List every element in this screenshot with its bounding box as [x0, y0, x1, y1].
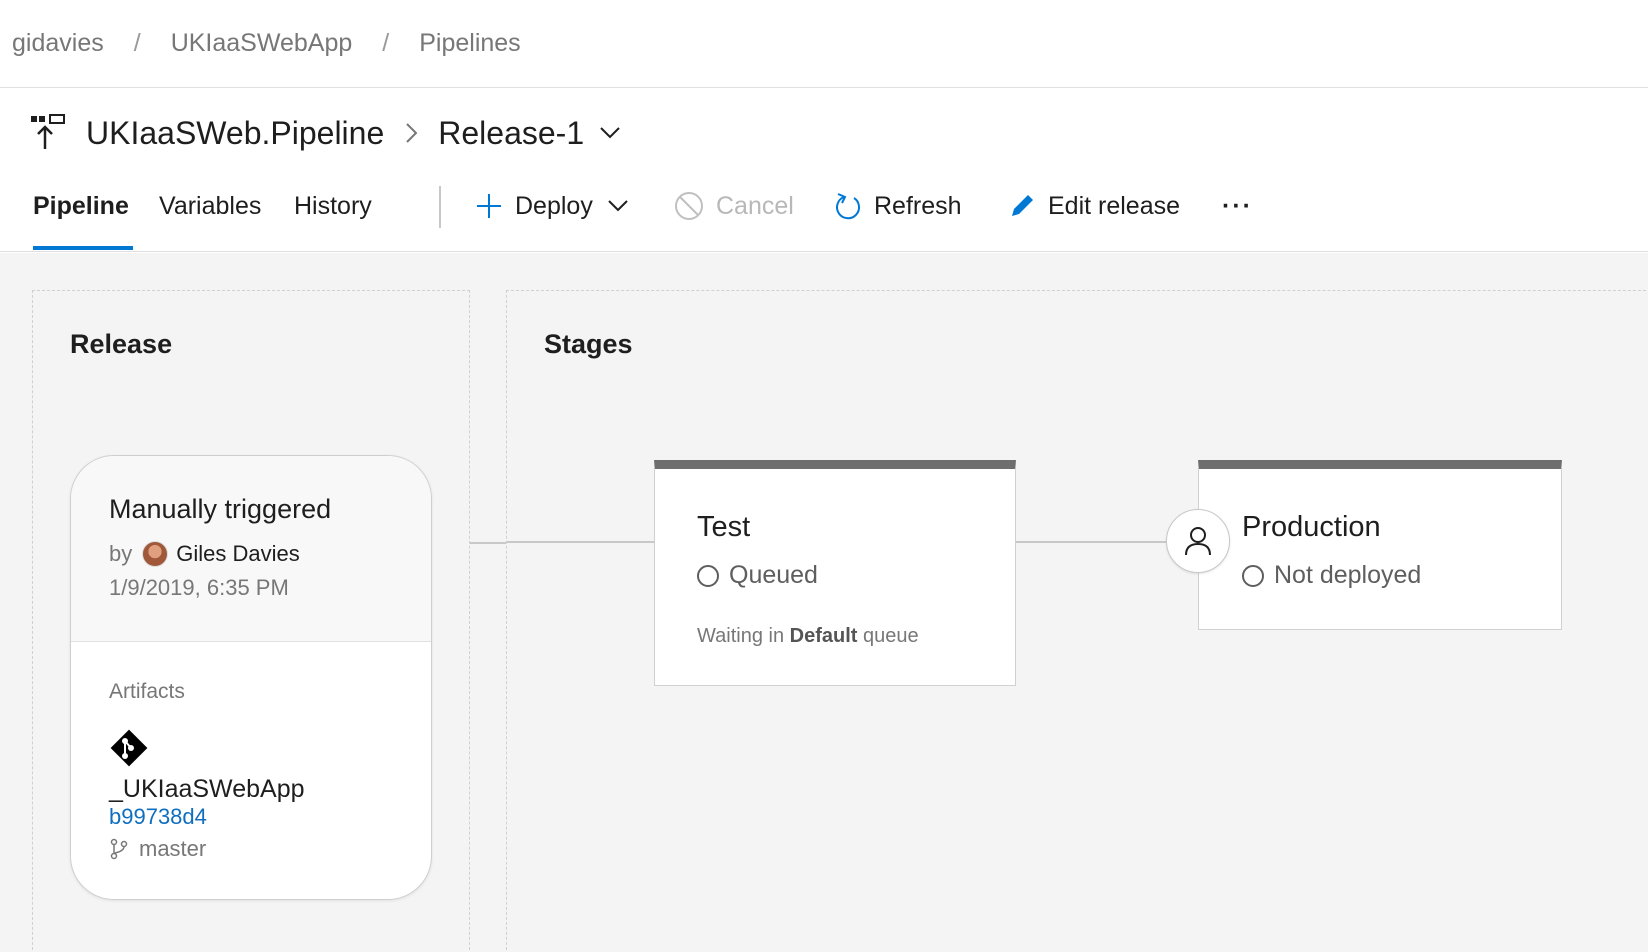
edit-release-label: Edit release [1048, 191, 1181, 220]
connector-line [506, 541, 654, 543]
edit-release-button[interactable]: Edit release [1008, 186, 1180, 226]
release-trigger-section: Manually triggered by Giles Davies 1/9/2… [71, 456, 431, 642]
breadcrumb-separator: / [382, 29, 390, 57]
refresh-button[interactable]: Refresh [834, 186, 962, 226]
deploy-button[interactable]: Deploy [475, 186, 629, 226]
cancel-icon [675, 192, 703, 220]
release-title-row: UKIaaSWeb.Pipeline Release-1 [30, 108, 622, 158]
release-card[interactable]: Manually triggered by Giles Davies 1/9/2… [70, 455, 432, 900]
cancel-button[interactable]: Cancel [674, 186, 794, 226]
chevron-right-icon [406, 123, 418, 143]
chevron-down-icon[interactable] [598, 125, 622, 141]
breadcrumb-pipelines[interactable]: Pipelines [419, 29, 520, 58]
deploy-label: Deploy [515, 191, 593, 220]
chevron-down-icon [608, 200, 628, 212]
breadcrumb-separator: / [133, 29, 141, 57]
tab-variables[interactable]: Variables [159, 192, 261, 221]
refresh-label: Refresh [874, 191, 962, 220]
trigger-text: Manually triggered [109, 494, 332, 524]
user-name: Giles Davies [176, 541, 300, 566]
branch-name: master [139, 836, 207, 861]
stage-queue-note: Waiting in Default queue [697, 625, 919, 648]
person-icon [1185, 527, 1211, 556]
artifacts-section: Artifacts _UKIaaSWebApp b99738d4 master [71, 642, 431, 862]
stage-status-label: Not deployed [1274, 561, 1422, 589]
artifacts-label: Artifacts [109, 680, 185, 703]
connector-line [1016, 541, 1166, 543]
breadcrumb: gidavies / UKIaaSWebApp / Pipelines [0, 0, 1648, 88]
pipeline-name[interactable]: UKIaaSWeb.Pipeline [86, 115, 384, 152]
status-circle-icon [697, 564, 719, 587]
release-toolbar: Pipeline Variables History Deploy Cancel… [0, 178, 1648, 252]
active-tab-indicator [33, 246, 133, 250]
release-pipeline-icon [31, 114, 65, 149]
git-icon [110, 729, 148, 767]
breadcrumb-project[interactable]: UKIaaSWebApp [171, 29, 353, 58]
plus-icon [477, 194, 501, 218]
release-date: 1/9/2019, 6:35 PM [109, 575, 289, 600]
stage-card-production[interactable]: Production Not deployed [1198, 460, 1562, 630]
stage-status: Queued [697, 561, 818, 590]
branch-icon [110, 838, 128, 860]
avatar [142, 541, 169, 567]
more-actions-button[interactable]: ··· [1222, 186, 1253, 226]
stage-card-test[interactable]: Test Queued Waiting in Default queue [654, 460, 1016, 686]
release-name: Release-1 [438, 114, 585, 151]
toolbar-divider [439, 186, 441, 228]
cancel-label: Cancel [716, 191, 794, 220]
artifact-name: _UKIaaSWebApp [109, 775, 305, 803]
stages-panel-title: Stages [544, 329, 633, 359]
tab-history[interactable]: History [294, 192, 372, 221]
branch: master [109, 836, 431, 862]
stage-name: Test [697, 511, 751, 543]
release-panel-title: Release [70, 329, 173, 359]
stage-name: Production [1242, 511, 1381, 543]
stage-status: Not deployed [1242, 561, 1421, 590]
commit-link[interactable]: b99738d4 [109, 804, 431, 830]
triggered-by: by Giles Davies [109, 541, 431, 567]
connector-line [470, 542, 506, 544]
breadcrumb-org[interactable]: gidavies [12, 29, 104, 58]
refresh-icon [836, 193, 861, 220]
note-prefix: Waiting in [697, 625, 785, 647]
status-circle-icon [1242, 564, 1264, 587]
stage-status-label: Queued [729, 561, 818, 589]
by-label: by [109, 541, 133, 566]
note-suffix: queue [863, 625, 919, 647]
tab-pipeline[interactable]: Pipeline [33, 192, 129, 221]
pre-deployment-approval-button[interactable] [1166, 509, 1230, 573]
pencil-icon [1012, 195, 1033, 216]
queue-name: Default [789, 625, 858, 647]
